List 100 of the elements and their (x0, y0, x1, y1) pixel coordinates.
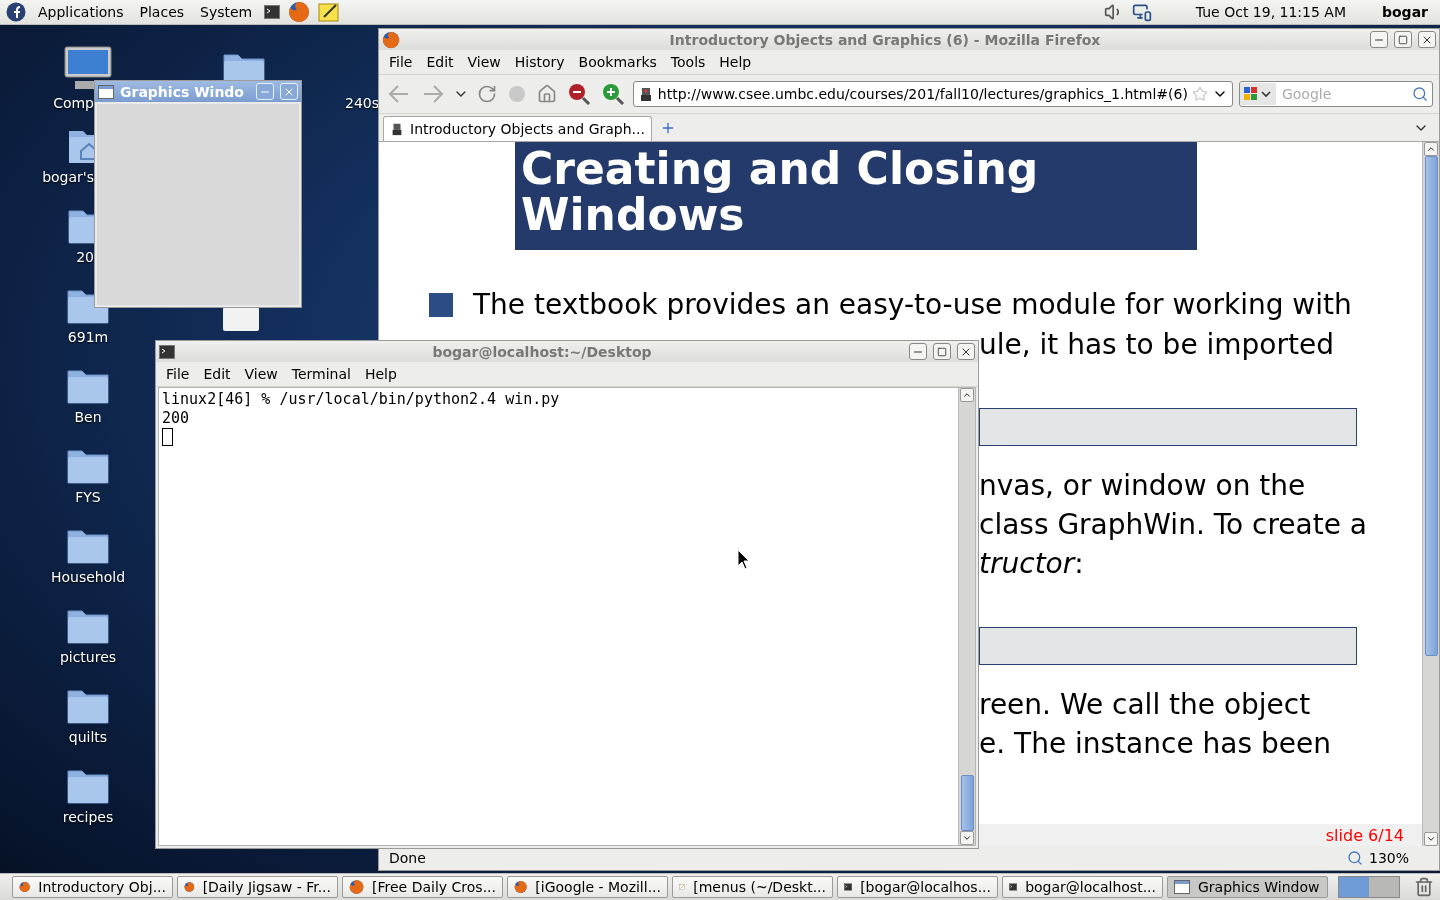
panel-menu[interactable]: Applications (34, 4, 128, 20)
minimize-button[interactable] (909, 343, 927, 360)
bookmark-star-icon[interactable] (1191, 86, 1208, 102)
desktop-icon-label[interactable]: bogar's (42, 169, 94, 185)
slide-text: reen. We call the object (979, 687, 1312, 723)
window-title: bogar@localhost:~/Desktop (431, 343, 653, 360)
slide-text: tructor: (979, 546, 1085, 582)
user-name[interactable]: bogar (1382, 4, 1428, 20)
slide-text: e. The instance has been (979, 726, 1332, 762)
scroll-thumb[interactable] (960, 775, 974, 831)
slide-counter: slide 6/14 (1325, 825, 1404, 845)
firefox-icon (184, 879, 195, 895)
desktop-icon-label[interactable]: Ben (74, 409, 102, 425)
desktop-icon-label[interactable]: recipes (62, 809, 114, 825)
search-engine-icon[interactable] (1239, 83, 1276, 105)
slide-text: ule, it has to be imported (979, 327, 1335, 363)
zoom-icon (1346, 850, 1363, 866)
clock[interactable]: Tue Oct 19, 11:15 AM (1195, 4, 1346, 20)
site-icon (390, 122, 404, 136)
menu-item[interactable]: Help (358, 366, 403, 382)
desktop-icon-label[interactable]: 20 (76, 249, 94, 265)
mouse-pointer-icon (737, 549, 751, 571)
caret-icon (962, 390, 972, 400)
taskbar-button[interactable]: Introductory Obj... (12, 876, 173, 898)
window-icon (1174, 880, 1190, 894)
terminal-icon (264, 5, 281, 19)
taskbar-button[interactable]: [Daily Jigsaw - Fr... (177, 876, 338, 898)
window-title: Introductory Objects and Graphics (6) - Mozilla Firefox (668, 31, 1102, 48)
taskbar-button[interactable]: [iGoogle - Mozill... (507, 876, 668, 898)
taskbar-button[interactable]: [menus (~/Deskt... (672, 876, 833, 898)
distro-logo-icon[interactable] (6, 2, 26, 22)
maximize-button[interactable] (933, 343, 951, 360)
bullet-icon (429, 292, 453, 317)
search-icon[interactable] (1412, 86, 1428, 102)
scrollbar[interactable] (958, 388, 975, 845)
caret-icon (1426, 144, 1436, 154)
menu-item[interactable]: Help (713, 54, 758, 70)
maximize-icon (1398, 34, 1408, 45)
panel-menu[interactable]: System (196, 4, 257, 20)
menu-item[interactable]: View (238, 366, 284, 382)
search-field[interactable]: Google (1238, 81, 1433, 107)
taskbar-button[interactable]: Graphics Window (1167, 876, 1328, 898)
text-cursor (162, 428, 173, 446)
window-title: Graphics Windo (120, 83, 245, 100)
slide-title: Creating and Closing Windows (515, 142, 1197, 250)
menu-item[interactable]: Edit (197, 366, 237, 382)
menu-item[interactable]: History (508, 54, 571, 70)
desktop-icon-label[interactable]: FYS (75, 489, 101, 505)
desktop-icon-label[interactable]: 691m (67, 329, 109, 345)
firefox-icon (349, 879, 365, 895)
slide-text: class GraphWin. To create a (979, 507, 1368, 543)
close-button[interactable] (1418, 31, 1436, 48)
panel-menu[interactable]: Places (135, 4, 189, 20)
zoom-level: 130% (1368, 850, 1409, 866)
firefox-icon (514, 879, 528, 895)
taskbar-button[interactable]: bogar@localhost... (1002, 876, 1163, 898)
browser-tab[interactable]: Introductory Objects and Graph... (383, 116, 652, 141)
maximize-button[interactable] (1394, 31, 1412, 48)
menu-item[interactable]: Edit (420, 54, 460, 70)
minimize-button[interactable] (1370, 31, 1388, 48)
terminal-icon (159, 344, 175, 359)
menu-item[interactable]: Bookmarks (572, 54, 663, 70)
scroll-down-button[interactable] (960, 831, 974, 845)
close-button[interactable] (957, 343, 975, 360)
desktop-icon-label[interactable]: Household (50, 569, 126, 585)
terminal-output: 200 (162, 409, 191, 428)
desktop-icon-label[interactable]: Comp (53, 95, 94, 111)
url-field[interactable]: http://www.csee.umbc.edu/courses/201/fall10/lectures/graphics_1.html#(6) (632, 81, 1233, 107)
desktop-icon-label[interactable]: quilts (68, 729, 108, 745)
caret-icon (962, 833, 972, 843)
menu-item[interactable]: File (160, 366, 196, 382)
menu-item[interactable]: Tools (664, 54, 712, 70)
computer-icon (63, 45, 113, 91)
maximize-icon (937, 346, 947, 357)
firefox-icon (288, 1, 311, 23)
status-text: Done (389, 850, 427, 866)
scrollbar[interactable] (1422, 142, 1439, 846)
taskbar-button[interactable]: [bogar@localhos... (837, 876, 998, 898)
slide-text: The textbook provides an easy-to-use module for working with (473, 288, 1352, 321)
scroll-up-button[interactable] (1424, 142, 1438, 156)
scroll-down-button[interactable] (1424, 832, 1438, 846)
terminal-icon (1009, 880, 1018, 894)
slide-text: nvas, or window on the (979, 468, 1307, 504)
trash-icon[interactable] (1414, 877, 1434, 897)
taskbar-button[interactable]: [Free Daily Cros... (342, 876, 503, 898)
caret-icon (1426, 834, 1436, 844)
workspace-switcher[interactable] (1338, 876, 1400, 898)
firefox-icon (382, 30, 400, 49)
desktop-icon-label[interactable]: 240s (345, 95, 379, 111)
scroll-up-button[interactable] (960, 388, 974, 402)
menu-item[interactable]: Terminal (285, 366, 357, 382)
scroll-thumb[interactable] (1424, 156, 1438, 656)
network-icon[interactable] (1131, 2, 1152, 22)
window-icon (98, 84, 114, 99)
notepad-icon[interactable] (318, 2, 341, 22)
firefox-icon (19, 879, 31, 895)
desktop-icon-label[interactable]: pictures (59, 649, 117, 665)
menu-item[interactable]: View (461, 54, 507, 70)
terminal-output: linux2[46] % /usr/local/bin/python2.4 win.py (162, 390, 561, 409)
menu-item[interactable]: File (383, 54, 419, 70)
